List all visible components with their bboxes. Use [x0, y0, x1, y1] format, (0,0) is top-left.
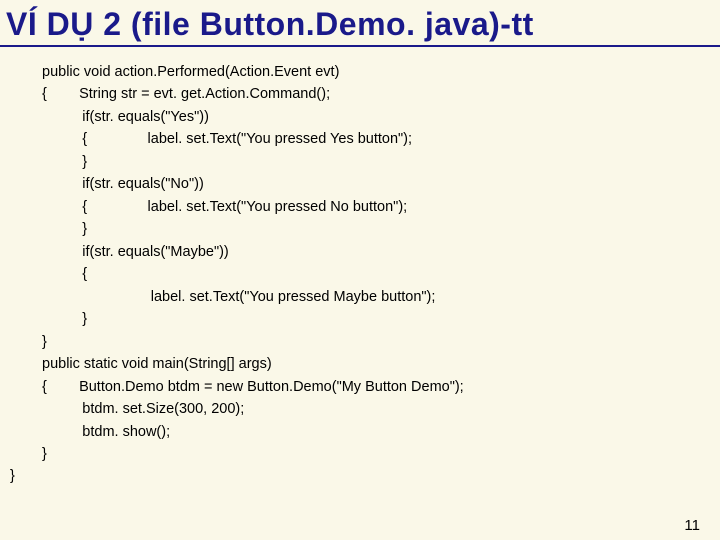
slide-title: VÍ DỤ 2 (file Button.Demo. java)-tt — [0, 0, 720, 47]
code-line: { label. set.Text("You pressed Yes butto… — [42, 128, 720, 150]
code-line: if(str. equals("Maybe")) — [42, 241, 720, 263]
code-line: } — [42, 151, 720, 173]
code-line: { — [42, 263, 720, 285]
code-line: { label. set.Text("You pressed No button… — [42, 196, 720, 218]
code-line: btdm. set.Size(300, 200); — [42, 398, 720, 420]
code-line: label. set.Text("You pressed Maybe butto… — [42, 286, 720, 308]
code-line: public static void main(String[] args) — [42, 353, 720, 375]
code-line: } — [42, 218, 720, 240]
code-line: if(str. equals("No")) — [42, 173, 720, 195]
code-block: public void action.Performed(Action.Even… — [0, 47, 720, 465]
code-line: { String str = evt. get.Action.Command()… — [42, 83, 720, 105]
code-line: { Button.Demo btdm = new Button.Demo("My… — [42, 376, 720, 398]
code-line: public void action.Performed(Action.Even… — [42, 61, 720, 83]
page-number: 11 — [684, 517, 700, 534]
code-line: btdm. show(); — [42, 421, 720, 443]
code-line: } — [42, 443, 720, 465]
code-line: } — [42, 308, 720, 330]
code-line: } — [42, 331, 720, 353]
code-line: if(str. equals("Yes")) — [42, 106, 720, 128]
closing-brace: } — [0, 465, 720, 487]
